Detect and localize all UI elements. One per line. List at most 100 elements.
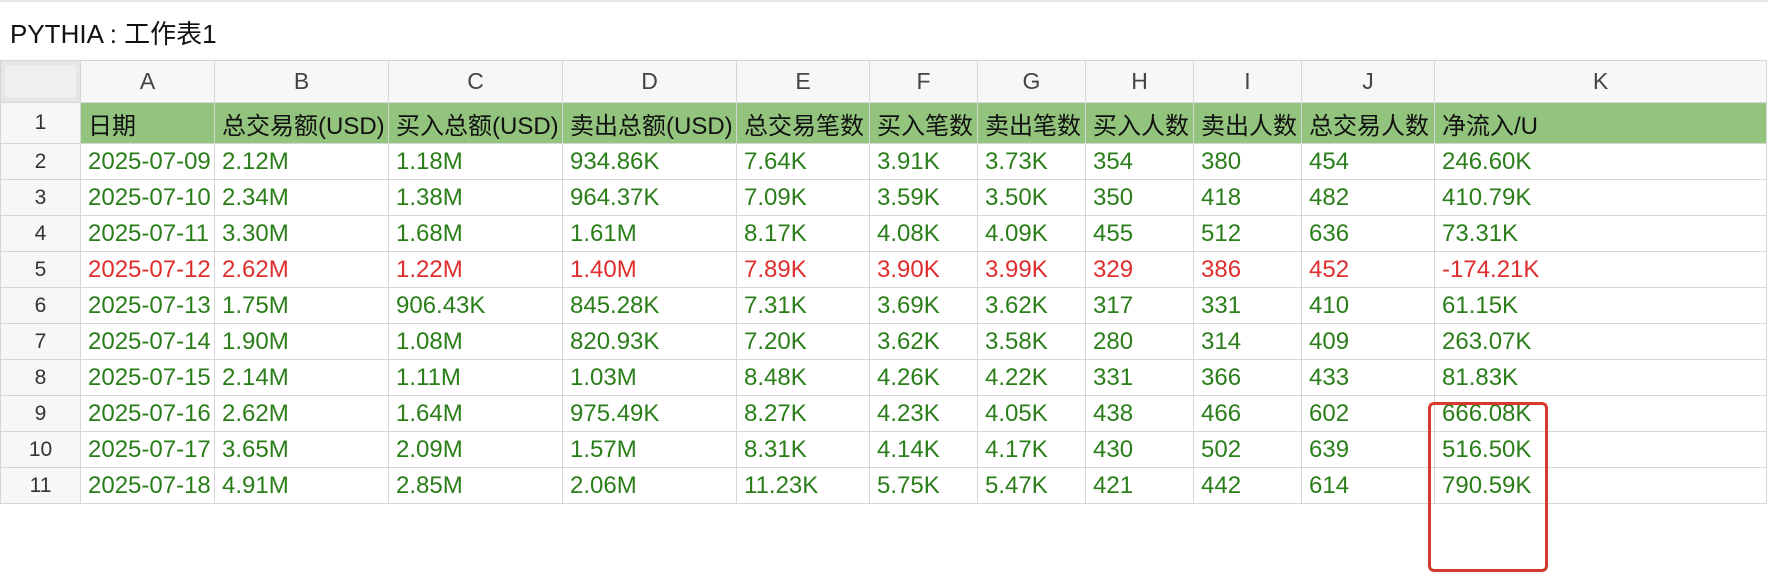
cell-sellers[interactable]: 502 [1193, 431, 1302, 468]
cell-buy-total[interactable]: 1.64M [388, 395, 563, 432]
cell-sell-trades[interactable]: 5.47K [977, 467, 1086, 504]
row-number[interactable]: 1 [0, 102, 81, 144]
cell-net-inflow[interactable]: 410.79K [1434, 179, 1767, 216]
cell-buy-trades[interactable]: 4.08K [869, 215, 978, 252]
cell-buy-total[interactable]: 1.68M [388, 215, 563, 252]
cell-total-trades[interactable]: 7.09K [736, 179, 870, 216]
cell-buy-trades[interactable]: 5.75K [869, 467, 978, 504]
cell-sell-total[interactable]: 964.37K [562, 179, 737, 216]
cell-date[interactable]: 2025-07-12 [80, 251, 215, 288]
cell-total-trades[interactable]: 8.17K [736, 215, 870, 252]
cell-sellers[interactable]: 386 [1193, 251, 1302, 288]
header-cell-sellers[interactable]: 卖出人数 [1193, 102, 1302, 144]
cell-buyers[interactable]: 317 [1085, 287, 1194, 324]
cell-date[interactable]: 2025-07-13 [80, 287, 215, 324]
cell-buy-trades[interactable]: 4.26K [869, 359, 978, 396]
cell-sell-total[interactable]: 2.06M [562, 467, 737, 504]
cell-sellers[interactable]: 331 [1193, 287, 1302, 324]
cell-buy-total[interactable]: 1.08M [388, 323, 563, 360]
cell-sell-trades[interactable]: 4.05K [977, 395, 1086, 432]
cell-sell-trades[interactable]: 4.09K [977, 215, 1086, 252]
cell-date[interactable]: 2025-07-14 [80, 323, 215, 360]
header-cell-total-volume[interactable]: 总交易额(USD) [214, 102, 389, 144]
cell-buy-trades[interactable]: 4.14K [869, 431, 978, 468]
cell-sellers[interactable]: 314 [1193, 323, 1302, 360]
row-number[interactable]: 3 [0, 179, 81, 216]
cell-total-volume[interactable]: 2.14M [214, 359, 389, 396]
cell-net-inflow[interactable]: 246.60K [1434, 143, 1767, 180]
cell-sellers[interactable]: 366 [1193, 359, 1302, 396]
cell-buyers[interactable]: 329 [1085, 251, 1194, 288]
cell-buy-total[interactable]: 2.85M [388, 467, 563, 504]
column-header-c[interactable]: C [388, 60, 563, 103]
cell-total-trades[interactable]: 7.64K [736, 143, 870, 180]
cell-sell-trades[interactable]: 3.73K [977, 143, 1086, 180]
cell-sellers[interactable]: 380 [1193, 143, 1302, 180]
column-header-d[interactable]: D [562, 60, 737, 103]
cell-total-volume[interactable]: 2.34M [214, 179, 389, 216]
cell-buy-total[interactable]: 1.18M [388, 143, 563, 180]
cell-sell-total[interactable]: 845.28K [562, 287, 737, 324]
cell-buy-trades[interactable]: 3.59K [869, 179, 978, 216]
cell-date[interactable]: 2025-07-15 [80, 359, 215, 396]
cell-date[interactable]: 2025-07-09 [80, 143, 215, 180]
header-cell-date[interactable]: 日期 [80, 102, 215, 144]
cell-total-traders[interactable]: 614 [1301, 467, 1435, 504]
cell-sell-trades[interactable]: 4.22K [977, 359, 1086, 396]
cell-sell-total[interactable]: 820.93K [562, 323, 737, 360]
cell-buy-trades[interactable]: 3.69K [869, 287, 978, 324]
cell-sellers[interactable]: 442 [1193, 467, 1302, 504]
row-number[interactable]: 10 [0, 431, 81, 468]
cell-sellers[interactable]: 466 [1193, 395, 1302, 432]
row-number[interactable]: 7 [0, 323, 81, 360]
cell-buy-total[interactable]: 1.22M [388, 251, 563, 288]
header-cell-buy-total[interactable]: 买入总额(USD) [388, 102, 563, 144]
cell-total-volume[interactable]: 2.62M [214, 395, 389, 432]
row-number[interactable]: 11 [0, 467, 81, 504]
cell-total-trades[interactable]: 7.31K [736, 287, 870, 324]
column-header-e[interactable]: E [736, 60, 870, 103]
cell-total-traders[interactable]: 409 [1301, 323, 1435, 360]
cell-net-inflow[interactable]: 61.15K [1434, 287, 1767, 324]
cell-total-traders[interactable]: 410 [1301, 287, 1435, 324]
cell-total-volume[interactable]: 2.62M [214, 251, 389, 288]
cell-total-volume[interactable]: 3.65M [214, 431, 389, 468]
cell-buyers[interactable]: 455 [1085, 215, 1194, 252]
cell-net-inflow[interactable]: -174.21K [1434, 251, 1767, 288]
cell-total-traders[interactable]: 454 [1301, 143, 1435, 180]
column-header-a[interactable]: A [80, 60, 215, 103]
cell-total-traders[interactable]: 636 [1301, 215, 1435, 252]
cell-date[interactable]: 2025-07-10 [80, 179, 215, 216]
cell-sell-total[interactable]: 1.03M [562, 359, 737, 396]
cell-buyers[interactable]: 430 [1085, 431, 1194, 468]
cell-sellers[interactable]: 418 [1193, 179, 1302, 216]
cell-sell-total[interactable]: 1.57M [562, 431, 737, 468]
cell-sellers[interactable]: 512 [1193, 215, 1302, 252]
column-header-h[interactable]: H [1085, 60, 1194, 103]
cell-total-traders[interactable]: 452 [1301, 251, 1435, 288]
cell-total-trades[interactable]: 8.27K [736, 395, 870, 432]
cell-total-trades[interactable]: 7.89K [736, 251, 870, 288]
cell-total-trades[interactable]: 7.20K [736, 323, 870, 360]
header-cell-buyers[interactable]: 买入人数 [1085, 102, 1194, 144]
cell-sell-total[interactable]: 1.61M [562, 215, 737, 252]
cell-total-trades[interactable]: 8.48K [736, 359, 870, 396]
cell-sell-total[interactable]: 975.49K [562, 395, 737, 432]
column-header-g[interactable]: G [977, 60, 1086, 103]
cell-sell-trades[interactable]: 3.62K [977, 287, 1086, 324]
cell-total-traders[interactable]: 433 [1301, 359, 1435, 396]
cell-buyers[interactable]: 280 [1085, 323, 1194, 360]
cell-total-volume[interactable]: 1.75M [214, 287, 389, 324]
column-header-i[interactable]: I [1193, 60, 1302, 103]
cell-sell-total[interactable]: 1.40M [562, 251, 737, 288]
column-header-b[interactable]: B [214, 60, 389, 103]
cell-total-volume[interactable]: 1.90M [214, 323, 389, 360]
cell-total-trades[interactable]: 8.31K [736, 431, 870, 468]
cell-date[interactable]: 2025-07-11 [80, 215, 215, 252]
cell-total-trades[interactable]: 11.23K [736, 467, 870, 504]
cell-total-volume[interactable]: 3.30M [214, 215, 389, 252]
cell-net-inflow[interactable]: 263.07K [1434, 323, 1767, 360]
cell-buy-total[interactable]: 1.38M [388, 179, 563, 216]
cell-buyers[interactable]: 438 [1085, 395, 1194, 432]
column-header-f[interactable]: F [869, 60, 978, 103]
